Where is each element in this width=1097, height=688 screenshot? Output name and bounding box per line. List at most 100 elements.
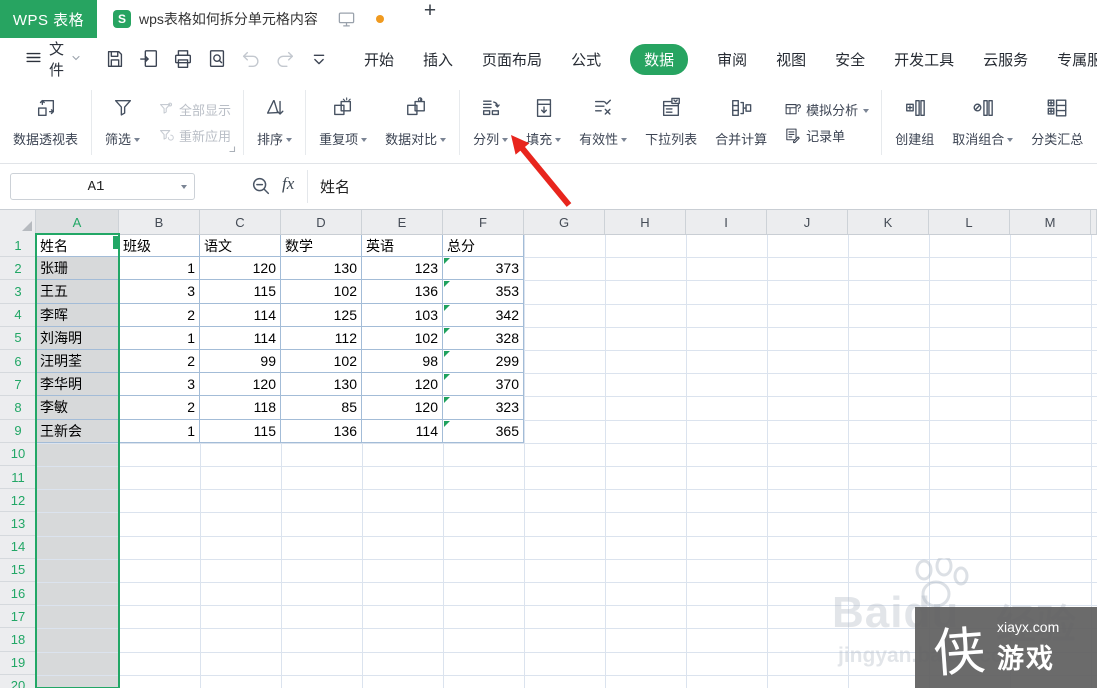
row-header-2[interactable]: 2 (0, 257, 36, 281)
cell-C6[interactable]: 99 (200, 350, 281, 374)
column-header-E[interactable]: E (362, 210, 443, 234)
menu-tab[interactable]: 开始 (364, 49, 394, 70)
row-header-6[interactable]: 6 (0, 350, 36, 374)
cell-A4[interactable]: 李晖 (36, 303, 119, 327)
menu-tab[interactable]: 专属服务通 (1057, 49, 1097, 70)
row-header-11[interactable]: 11 (0, 466, 36, 490)
cell-C7[interactable]: 120 (200, 373, 281, 397)
column-header-I[interactable]: I (686, 210, 767, 234)
cell-B1[interactable]: 班级 (119, 234, 200, 258)
menu-tab[interactable]: 数据 (630, 43, 689, 75)
row-header-8[interactable]: 8 (0, 396, 36, 420)
cell-E4[interactable]: 103 (362, 303, 443, 327)
cell-B8[interactable]: 2 (119, 396, 200, 420)
ribbon-button[interactable]: 筛选 (96, 86, 149, 159)
cell-F9[interactable]: 365 (443, 419, 524, 443)
column-header-partial[interactable] (1091, 210, 1097, 234)
ribbon-button[interactable]: 有效性 (570, 86, 636, 159)
ribbon-button[interactable]: 取消组合 (943, 86, 1022, 159)
row-header-10[interactable]: 10 (0, 442, 36, 466)
cell-B7[interactable]: 3 (119, 373, 200, 397)
cell-A1[interactable]: 姓名 (36, 234, 119, 258)
print-icon[interactable] (170, 46, 196, 72)
cell-B4[interactable]: 2 (119, 303, 200, 327)
cell-F7[interactable]: 370 (443, 373, 524, 397)
cell-F5[interactable]: 328 (443, 326, 524, 350)
cell-A3[interactable]: 王五 (36, 280, 119, 304)
column-header-H[interactable]: H (605, 210, 686, 234)
ribbon-button[interactable]: 重复项 (310, 86, 376, 159)
name-box[interactable]: A1 (10, 173, 195, 200)
document-tab[interactable]: S wps表格如何拆分单元格内容 (97, 0, 398, 38)
row-header-14[interactable]: 14 (0, 535, 36, 559)
row-header-18[interactable]: 18 (0, 628, 36, 652)
menu-tab[interactable]: 页面布局 (482, 49, 542, 70)
cell-D6[interactable]: 102 (281, 350, 362, 374)
column-header-M[interactable]: M (1010, 210, 1091, 234)
cell-E6[interactable]: 98 (362, 350, 443, 374)
cell-C2[interactable]: 120 (200, 257, 281, 281)
row-header-17[interactable]: 17 (0, 605, 36, 629)
column-header-J[interactable]: J (767, 210, 848, 234)
select-all-corner[interactable] (0, 210, 36, 234)
cell-C1[interactable]: 语文 (200, 234, 281, 258)
menu-tab[interactable]: 云服务 (983, 49, 1028, 70)
ribbon-button[interactable]: 合并计算 (706, 86, 776, 159)
cell-A6[interactable]: 汪明荃 (36, 350, 119, 374)
row-header-9[interactable]: 9 (0, 419, 36, 443)
row-header-7[interactable]: 7 (0, 373, 36, 397)
column-header-F[interactable]: F (443, 210, 524, 234)
cell-C9[interactable]: 115 (200, 419, 281, 443)
cell-B2[interactable]: 1 (119, 257, 200, 281)
menu-tab[interactable]: 公式 (571, 49, 601, 70)
cell-F3[interactable]: 353 (443, 280, 524, 304)
row-header-3[interactable]: 3 (0, 280, 36, 304)
cell-C4[interactable]: 114 (200, 303, 281, 327)
export-icon[interactable] (136, 46, 162, 72)
row-header-20[interactable]: 20 (0, 674, 36, 688)
row-header-1[interactable]: 1 (0, 234, 36, 258)
more-chevron-icon[interactable] (306, 46, 332, 72)
cell-F4[interactable]: 342 (443, 303, 524, 327)
cell-D7[interactable]: 130 (281, 373, 362, 397)
cell-A8[interactable]: 李敏 (36, 396, 119, 420)
file-menu[interactable]: 文件 (0, 38, 92, 80)
ribbon-button[interactable]: 填充 (517, 86, 570, 159)
cell-E3[interactable]: 136 (362, 280, 443, 304)
row-header-16[interactable]: 16 (0, 582, 36, 606)
fx-icon[interactable]: fx (282, 174, 294, 194)
menu-tab[interactable]: 开发工具 (894, 49, 954, 70)
cell-A7[interactable]: 李华明 (36, 373, 119, 397)
fill-handle[interactable] (113, 236, 118, 249)
cell-D5[interactable]: 112 (281, 326, 362, 350)
column-header-D[interactable]: D (281, 210, 362, 234)
row-header-4[interactable]: 4 (0, 303, 36, 327)
column-header-K[interactable]: K (848, 210, 929, 234)
print-preview-icon[interactable] (204, 46, 230, 72)
zoom-minus-icon[interactable] (250, 175, 272, 202)
cell-D4[interactable]: 125 (281, 303, 362, 327)
ribbon-button[interactable]: 分列 (464, 86, 517, 159)
ribbon-button[interactable]: 排序 (248, 86, 301, 159)
cell-C5[interactable]: 114 (200, 326, 281, 350)
ribbon-button[interactable]: 模拟分析 (784, 100, 870, 119)
new-tab-button[interactable]: + (424, 0, 436, 38)
wps-app-button[interactable]: WPS 表格 (0, 0, 97, 38)
cell-F2[interactable]: 373 (443, 257, 524, 281)
ribbon-button[interactable]: 创建组 (886, 86, 943, 159)
row-header-13[interactable]: 13 (0, 512, 36, 536)
save-icon[interactable] (102, 46, 128, 72)
cell-D1[interactable]: 数学 (281, 234, 362, 258)
ribbon-button[interactable]: 数据透视表 (4, 86, 87, 159)
cell-D2[interactable]: 130 (281, 257, 362, 281)
cell-E2[interactable]: 123 (362, 257, 443, 281)
cell-A9[interactable]: 王新会 (36, 419, 119, 443)
formula-input[interactable]: 姓名 (320, 176, 350, 197)
column-header-B[interactable]: B (119, 210, 200, 234)
cell-A5[interactable]: 刘海明 (36, 326, 119, 350)
cell-E8[interactable]: 120 (362, 396, 443, 420)
cell-A2[interactable]: 张珊 (36, 257, 119, 281)
cell-B3[interactable]: 3 (119, 280, 200, 304)
cell-F6[interactable]: 299 (443, 350, 524, 374)
cell-F8[interactable]: 323 (443, 396, 524, 420)
